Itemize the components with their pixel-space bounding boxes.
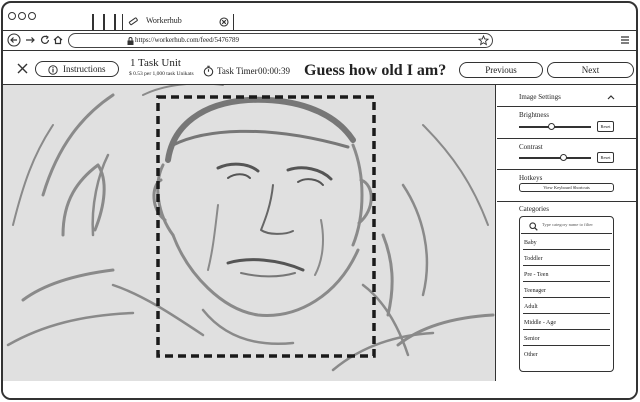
browser-window: Workerhub https://workerhub.com/feed/547… xyxy=(1,1,638,400)
info-circle-icon xyxy=(48,65,58,75)
categories-label: Categories xyxy=(519,205,549,213)
face-photo xyxy=(6,85,495,372)
settings-panel: Image Settings Brightness Reset Contrast… xyxy=(497,85,636,381)
category-search-placeholder: Type category name to filter xyxy=(542,222,593,227)
task-unit-title: 1 Task Unit xyxy=(130,57,181,69)
task-timer-value: 00:00:39 xyxy=(258,66,291,76)
home-icon[interactable] xyxy=(51,33,65,47)
star-icon[interactable] xyxy=(478,35,489,46)
next-button[interactable]: Next xyxy=(547,62,634,78)
search-icon xyxy=(529,222,538,231)
browser-tab[interactable]: Workerhub xyxy=(122,14,234,31)
category-item-senior[interactable]: Senior xyxy=(523,331,610,346)
chevron-up-icon[interactable] xyxy=(607,94,615,100)
image-settings-title: Image Settings xyxy=(519,93,561,101)
hotkeys-section: Hotkeys View Keyboard Shortcuts xyxy=(497,170,636,202)
brightness-reset-button[interactable]: Reset xyxy=(597,121,614,132)
contrast-label: Contrast xyxy=(519,143,543,151)
contrast-slider-handle[interactable] xyxy=(560,154,568,161)
reload-icon[interactable] xyxy=(38,33,52,47)
tab-title: Workerhub xyxy=(146,16,182,25)
url-text: https://workerhub.com/feed/5476789 xyxy=(135,36,240,44)
url-bar[interactable]: https://workerhub.com/feed/5476789 xyxy=(68,33,493,48)
category-item-middle-age[interactable]: Middle - Age xyxy=(523,315,610,330)
task-unit-rate: $ 0.53 per 1,000 task Unikats xyxy=(129,71,194,77)
category-search-field[interactable]: Type category name to filter xyxy=(521,218,612,234)
window-close-dot[interactable] xyxy=(8,12,16,20)
brightness-label: Brightness xyxy=(519,111,549,119)
lock-icon xyxy=(127,37,134,45)
keyboard-shortcuts-button[interactable]: View Keyboard Shortcuts xyxy=(519,183,614,192)
window-minimize-dot[interactable] xyxy=(18,12,26,20)
bottom-bar xyxy=(3,381,636,398)
back-arrow-icon[interactable] xyxy=(7,33,21,47)
category-item-adult[interactable]: Adult xyxy=(523,299,610,314)
category-item-pre-teen[interactable]: Pre - Teen xyxy=(523,267,610,282)
tab-bar: Workerhub xyxy=(3,3,636,31)
previous-button[interactable]: Previous xyxy=(459,62,543,78)
tab-divider xyxy=(92,14,94,31)
close-circle-icon[interactable] xyxy=(219,17,229,27)
instructions-label: Instructions xyxy=(63,64,106,74)
window-maximize-dot[interactable] xyxy=(28,12,36,20)
tab-divider xyxy=(103,14,105,31)
brightness-section: Brightness Reset xyxy=(497,107,636,139)
address-row: https://workerhub.com/feed/5476789 xyxy=(3,31,636,51)
image-settings-header[interactable]: Image Settings xyxy=(497,85,636,107)
task-timer-label: Task Timer xyxy=(217,66,258,76)
hotkeys-label: Hotkeys xyxy=(519,174,543,182)
category-item-toddler[interactable]: Toddler xyxy=(523,251,610,266)
category-item-teenager[interactable]: Teenager xyxy=(523,283,610,298)
forward-arrow-icon[interactable] xyxy=(23,33,37,47)
pencil-icon xyxy=(128,17,138,26)
task-toolbar: Instructions 1 Task Unit $ 0.53 per 1,00… xyxy=(3,51,636,85)
tab-divider xyxy=(114,14,116,31)
stopwatch-icon xyxy=(203,65,214,77)
instructions-button[interactable]: Instructions xyxy=(35,61,119,77)
categories-section: Categories Type category name to filter … xyxy=(497,202,636,381)
task-question: Guess how old I am? xyxy=(304,62,447,79)
contrast-section: Contrast Reset xyxy=(497,139,636,170)
contrast-slider-track[interactable] xyxy=(519,157,591,159)
categories-list: Type category name to filter Baby Toddle… xyxy=(519,216,614,372)
brightness-slider-track[interactable] xyxy=(519,126,591,128)
close-icon[interactable] xyxy=(17,63,28,74)
task-image-area[interactable] xyxy=(3,85,496,381)
category-item-other[interactable]: Other xyxy=(523,347,610,362)
face-selection-box xyxy=(156,95,376,358)
hamburger-menu-icon[interactable] xyxy=(620,35,630,45)
contrast-reset-button[interactable]: Reset xyxy=(597,152,614,163)
category-item-baby[interactable]: Baby xyxy=(523,235,610,250)
brightness-slider-handle[interactable] xyxy=(547,123,555,130)
